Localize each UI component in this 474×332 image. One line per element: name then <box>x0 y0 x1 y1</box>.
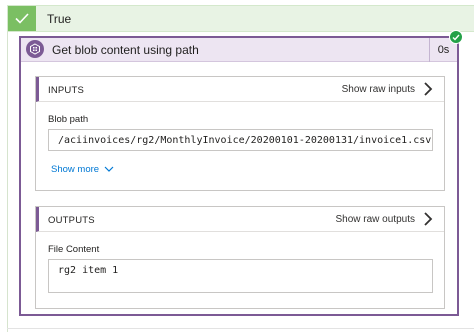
inputs-title: INPUTS <box>48 85 85 96</box>
blob-path-value[interactable]: /aciinvoices/rg2/MonthlyInvoice/20200101… <box>48 129 433 151</box>
outputs-panel: OUTPUTS Show raw outputs File Content rg… <box>35 206 445 309</box>
show-more-link[interactable]: Show more <box>51 164 114 175</box>
file-content-value[interactable]: rg2 item 1 <box>48 259 433 293</box>
condition-true-header[interactable]: True <box>7 5 474 32</box>
show-raw-outputs-link[interactable]: Show raw outputs <box>336 214 416 225</box>
branch-bottom-line <box>7 328 474 329</box>
inputs-panel: INPUTS Show raw inputs Blob path /aciinv… <box>35 76 445 191</box>
blob-path-label: Blob path <box>48 114 89 125</box>
show-more-label: Show more <box>51 164 100 175</box>
file-content-label: File Content <box>48 244 100 255</box>
chevron-down-icon <box>104 166 114 172</box>
condition-label: True <box>47 12 72 26</box>
success-check-icon <box>449 30 463 44</box>
action-card-get-blob: Get blob content using path 0s INPUTS Sh… <box>19 36 459 316</box>
action-title: Get blob content using path <box>52 43 199 57</box>
blob-storage-icon <box>26 40 44 58</box>
checkmark-icon <box>8 6 36 31</box>
inputs-header: INPUTS Show raw inputs <box>36 77 444 102</box>
chevron-right-icon[interactable] <box>423 212 433 226</box>
logic-app-run-canvas: True Get blob content using path 0s INPU… <box>0 0 474 332</box>
chevron-right-icon[interactable] <box>423 82 433 96</box>
show-raw-inputs-link[interactable]: Show raw inputs <box>342 84 415 95</box>
branch-line <box>7 32 8 332</box>
action-header[interactable]: Get blob content using path 0s <box>21 38 457 62</box>
outputs-header: OUTPUTS Show raw outputs <box>36 207 444 232</box>
outputs-title: OUTPUTS <box>48 215 95 226</box>
